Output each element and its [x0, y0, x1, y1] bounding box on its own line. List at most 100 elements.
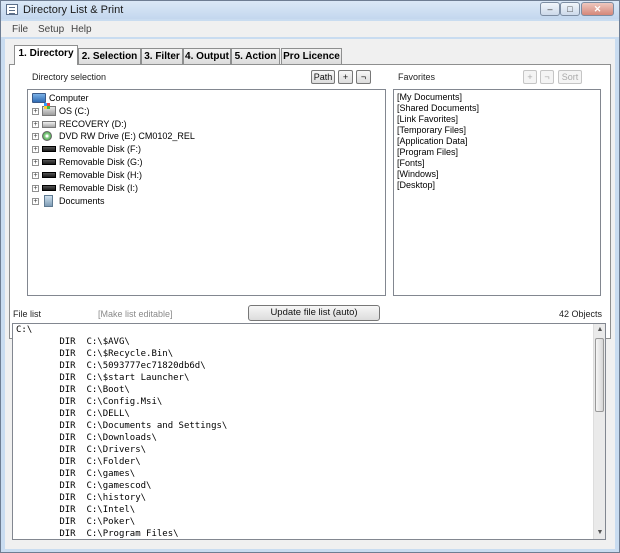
favorite-item[interactable]: [Windows] — [397, 169, 439, 179]
expand-icon[interactable]: + — [32, 158, 39, 166]
tree-item-recovery-drive[interactable]: + RECOVERY (D:) — [32, 118, 127, 130]
app-window: Directory List & Print – □ ✕ File Setup … — [0, 0, 620, 553]
removable-disk-icon — [42, 185, 56, 191]
documents-icon — [44, 195, 53, 207]
app-list-icon — [6, 4, 18, 15]
file-list-line: DIR C:\5093777ec71820db6d\ — [16, 361, 206, 371]
tree-item-dvd-drive[interactable]: + DVD RW Drive (E:) CM0102_REL — [32, 130, 195, 142]
expand-icon[interactable]: + — [32, 197, 39, 205]
file-list-line: DIR C:\Documents and Settings\ — [16, 421, 228, 431]
menu-setup[interactable]: Setup — [38, 24, 64, 35]
expand-icon[interactable]: + — [32, 184, 39, 192]
tree-item-removable-g[interactable]: + Removable Disk (G:) — [32, 156, 143, 168]
computer-icon — [32, 93, 46, 103]
tab-output[interactable]: 4. Output — [183, 48, 231, 64]
favorite-item[interactable]: [Shared Documents] — [397, 103, 479, 113]
title-bar[interactable]: Directory List & Print – □ ✕ — [1, 1, 619, 19]
tree-item-label: Removable Disk (I:) — [59, 183, 139, 193]
file-list-line: DIR C:\history\ — [16, 493, 147, 503]
file-list-view[interactable]: C:\ DIR C:\$AVG\ DIR C:\$Recycle.Bin\ DI… — [12, 323, 606, 540]
favorite-item[interactable]: [My Documents] — [397, 92, 462, 102]
tab-pro-licence[interactable]: Pro Licence — [281, 48, 342, 64]
tree-item-documents[interactable]: + Documents — [32, 195, 105, 207]
maximize-icon: □ — [567, 4, 573, 14]
removable-disk-icon — [42, 172, 56, 178]
file-list-line: DIR C:\gamescod\ — [16, 481, 152, 491]
file-list-line: DIR C:\Intel\ — [16, 505, 136, 515]
favorite-item[interactable]: [Program Files] — [397, 147, 458, 157]
tree-item-label: DVD RW Drive (E:) CM0102_REL — [59, 131, 195, 141]
maximize-button[interactable]: □ — [560, 2, 580, 16]
file-list-line: DIR C:\$start Launcher\ — [16, 373, 190, 383]
file-list-line: DIR C:\Boot\ — [16, 385, 130, 395]
file-list-line: DIR C:\Downloads\ — [16, 433, 157, 443]
tree-item-label: RECOVERY (D:) — [59, 119, 127, 129]
menu-file[interactable]: File — [12, 24, 28, 35]
favorite-item[interactable]: [Application Data] — [397, 136, 468, 146]
dvd-drive-icon — [42, 131, 52, 141]
main-content: 1. Directory 2. Selection 3. Filter 4. O… — [5, 39, 615, 549]
tab-directory[interactable]: 1. Directory — [14, 45, 78, 65]
removable-disk-icon — [42, 146, 56, 152]
tree-item-computer[interactable]: Computer — [32, 92, 89, 104]
object-count: 42 Objects — [559, 309, 603, 319]
vertical-scrollbar[interactable]: ▲ ▼ — [593, 324, 605, 539]
tab-selection[interactable]: 2. Selection — [78, 48, 141, 64]
update-file-list-button[interactable]: Update file list (auto) — [248, 305, 380, 321]
file-list-root: C:\ — [16, 325, 33, 335]
minimize-button[interactable]: – — [540, 2, 560, 16]
directory-panel: Directory selection Path + ¬ Computer + … — [9, 64, 611, 339]
favorite-item[interactable]: [Fonts] — [397, 158, 425, 168]
file-list-line: DIR C:\$Recycle.Bin\ — [16, 349, 174, 359]
tree-item-removable-f[interactable]: + Removable Disk (F:) — [32, 143, 141, 155]
favorite-item[interactable]: [Temporary Files] — [397, 125, 466, 135]
expand-icon[interactable]: + — [32, 120, 39, 128]
scroll-up-arrow-icon[interactable]: ▲ — [596, 325, 604, 335]
tree-item-label: Removable Disk (F:) — [59, 144, 142, 154]
tree-item-removable-h[interactable]: + Removable Disk (H:) — [32, 169, 142, 181]
path-button[interactable]: Path — [311, 70, 335, 84]
menu-bar: File Setup Help — [1, 21, 619, 37]
remove-favorite-button[interactable]: ¬ — [540, 70, 554, 84]
expand-icon[interactable]: + — [32, 145, 39, 153]
directory-selection-label: Directory selection — [32, 72, 107, 82]
removable-disk-icon — [42, 159, 56, 165]
sort-favorites-button[interactable]: Sort — [558, 70, 582, 84]
file-list-line: DIR C:\$AVG\ — [16, 337, 130, 347]
add-directory-button[interactable]: + — [338, 70, 353, 84]
tree-item-label: OS (C:) — [59, 106, 90, 116]
tree-item-removable-i[interactable]: + Removable Disk (I:) — [32, 182, 138, 194]
favorite-item[interactable]: [Link Favorites] — [397, 114, 458, 124]
favorite-item[interactable]: [Desktop] — [397, 180, 435, 190]
file-list-line: DIR C:\DELL\ — [16, 409, 130, 419]
directory-tree[interactable]: Computer + OS (C:) + RECOVERY (D:) + DVD… — [27, 89, 386, 296]
tree-item-label: Removable Disk (H:) — [59, 170, 143, 180]
window-title: Directory List & Print — [23, 4, 124, 16]
file-list-line: DIR C:\Program Files\ — [16, 529, 179, 539]
expand-icon[interactable]: + — [32, 107, 39, 115]
file-list-label: File list — [13, 309, 42, 319]
close-icon: ✕ — [593, 4, 602, 14]
minimize-icon: – — [547, 4, 553, 14]
tree-item-os-drive[interactable]: + OS (C:) — [32, 103, 90, 117]
favorites-list[interactable]: [My Documents] [Shared Documents] [Link … — [393, 89, 601, 296]
tree-item-label: Documents — [59, 196, 105, 206]
scroll-down-arrow-icon[interactable]: ▼ — [596, 528, 604, 538]
hard-drive-icon — [42, 120, 56, 128]
add-favorite-button[interactable]: + — [523, 70, 537, 84]
scrollbar-thumb[interactable] — [595, 338, 604, 412]
remove-directory-button[interactable]: ¬ — [356, 70, 371, 84]
close-button[interactable]: ✕ — [581, 2, 614, 16]
tree-item-label: Removable Disk (G:) — [59, 157, 143, 167]
file-list-line: DIR C:\Folder\ — [16, 457, 141, 467]
expand-icon[interactable]: + — [32, 132, 39, 140]
os-drive-icon — [42, 103, 56, 116]
tab-action[interactable]: 5. Action — [231, 48, 280, 64]
tab-filter[interactable]: 3. Filter — [141, 48, 183, 64]
menu-help[interactable]: Help — [71, 24, 92, 35]
expand-icon[interactable]: + — [32, 171, 39, 179]
file-list-line: DIR C:\Config.Msi\ — [16, 397, 163, 407]
make-list-editable-link[interactable]: [Make list editable] — [98, 309, 173, 319]
file-list-line: DIR C:\Poker\ — [16, 517, 136, 527]
file-list-line: DIR C:\games\ — [16, 469, 136, 479]
